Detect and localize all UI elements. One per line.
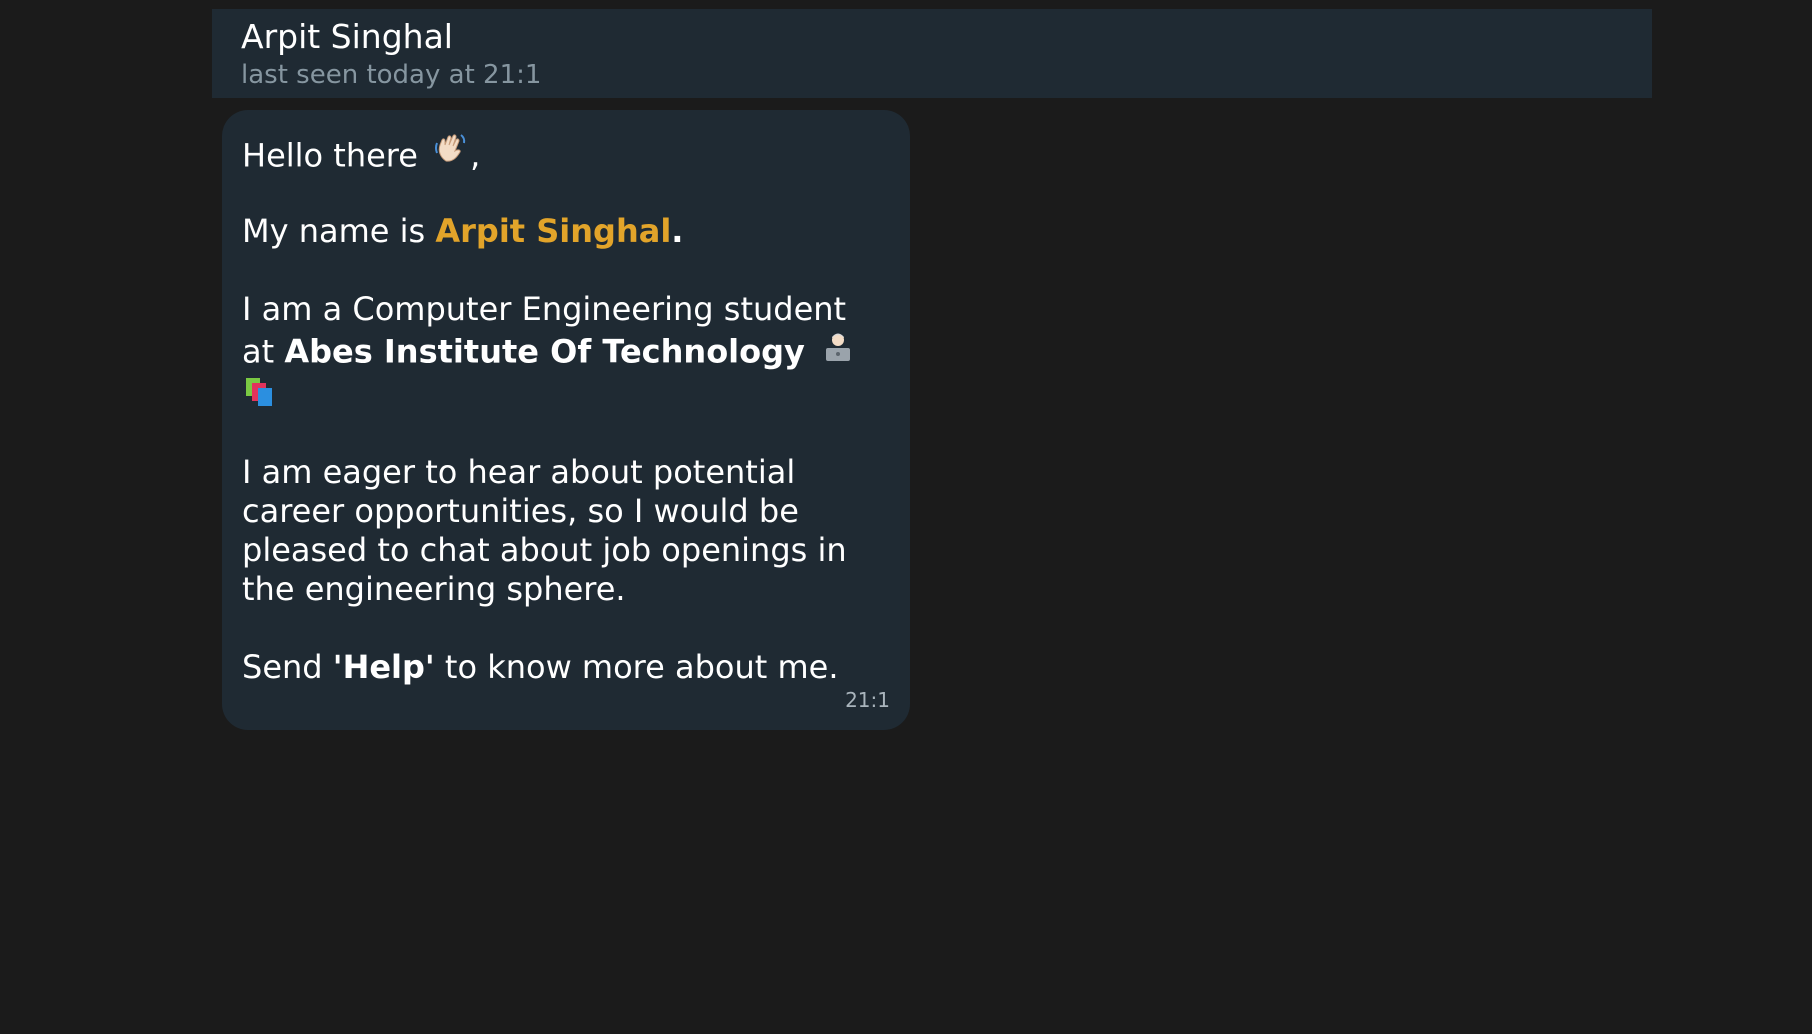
help-line: Send 'Help' to know more about me. bbox=[242, 648, 839, 687]
name-prefix: My name is bbox=[242, 212, 426, 250]
study-line-1: I am a Computer Engineering student bbox=[242, 290, 847, 328]
eager-line-4: the engineering sphere. bbox=[242, 570, 626, 608]
help-suffix: to know more about me. bbox=[444, 648, 839, 686]
help-prefix: Send bbox=[242, 648, 323, 686]
last-seen-status: last seen today at 21:1 bbox=[241, 60, 542, 90]
eager-line-2: career opportunities, so I would be bbox=[242, 492, 799, 530]
message-timestamp: 21:1 bbox=[845, 688, 890, 712]
message-bubble: Hello there , My name is Arpit Singhal. … bbox=[222, 110, 910, 730]
name-line: My name is Arpit Singhal. bbox=[242, 212, 683, 251]
highlighted-name: Arpit Singhal bbox=[435, 212, 672, 250]
greeting-text: Hello there bbox=[242, 136, 418, 175]
books-icon bbox=[242, 374, 278, 419]
technologist-icon bbox=[821, 329, 855, 372]
help-keyword: 'Help' bbox=[332, 648, 435, 686]
chat-header[interactable]: Arpit Singhal last seen today at 21:1 bbox=[212, 9, 1652, 98]
greeting-suffix: , bbox=[470, 136, 481, 175]
eager-line-3: pleased to chat about job openings in bbox=[242, 531, 847, 569]
contact-name: Arpit Singhal bbox=[241, 17, 453, 56]
eager-line-1: I am eager to hear about potential bbox=[242, 453, 796, 491]
institute-name: Abes Institute Of Technology bbox=[284, 332, 805, 371]
study-line-2: at Abes Institute Of Technology bbox=[242, 332, 855, 375]
name-suffix: . bbox=[671, 212, 684, 250]
waving-hand-icon bbox=[432, 131, 470, 178]
greeting-line: Hello there , bbox=[242, 134, 480, 181]
study-line-3 bbox=[242, 374, 278, 419]
study-prefix: at bbox=[242, 332, 275, 371]
